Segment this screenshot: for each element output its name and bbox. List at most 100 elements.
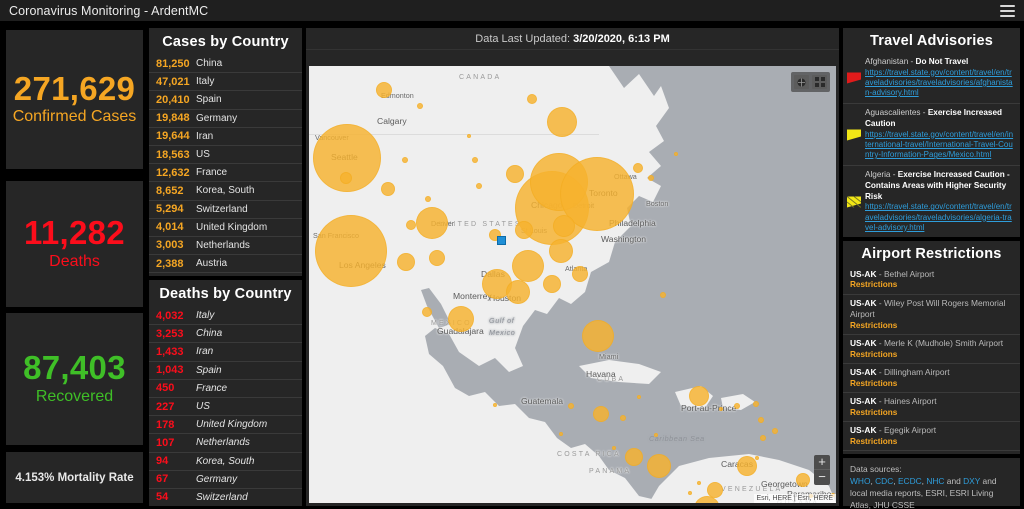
case-count-bubble[interactable] [772, 428, 778, 434]
case-count-bubble[interactable] [476, 183, 482, 189]
cases-by-country-rows[interactable]: 81,250China47,021Italy20,410Spain19,848G… [149, 55, 302, 276]
data-source-link[interactable]: WHO [850, 476, 870, 486]
airport-item[interactable]: US-AK - Wiley Post Will Rogers Memorial … [843, 295, 1020, 335]
advisory-item[interactable]: Afghanistan - Do Not Travelhttps://trave… [843, 53, 1020, 104]
map-canvas[interactable]: CANADAUNITED STATESMEXICOCUBACOSTA RICAC… [309, 66, 836, 503]
case-count-bubble[interactable] [402, 157, 408, 163]
case-count-bubble[interactable] [448, 306, 474, 332]
case-count-bubble[interactable] [543, 275, 561, 293]
case-count-bubble[interactable] [381, 182, 395, 196]
table-row[interactable]: 47,021Italy [149, 73, 302, 91]
case-count-bubble[interactable] [506, 165, 524, 183]
case-count-bubble[interactable] [755, 456, 759, 460]
airport-item[interactable]: US-AK - Egegik AirportRestrictions [843, 422, 1020, 451]
case-count-bubble[interactable] [422, 307, 432, 317]
case-count-bubble[interactable] [376, 82, 392, 98]
case-count-bubble[interactable] [758, 417, 764, 423]
data-source-link[interactable]: CDC [875, 476, 893, 486]
case-count-bubble[interactable] [625, 448, 643, 466]
case-count-bubble[interactable] [572, 266, 588, 282]
case-count-bubble[interactable] [612, 446, 616, 450]
table-row[interactable]: 2,257Belgium [149, 273, 302, 276]
case-count-bubble[interactable] [796, 473, 810, 487]
table-row[interactable]: 94Korea, South [149, 453, 302, 471]
advisory-url[interactable]: https://travel.state.gov/content/travel/… [865, 68, 1015, 99]
case-count-bubble[interactable] [568, 403, 574, 409]
case-count-bubble[interactable] [315, 215, 387, 287]
case-count-bubble[interactable] [647, 454, 671, 478]
case-count-bubble[interactable] [397, 253, 415, 271]
table-row[interactable]: 54Switzerland [149, 489, 302, 506]
selected-location-marker[interactable] [497, 236, 506, 245]
case-count-bubble[interactable] [493, 403, 497, 407]
airport-item[interactable]: US-AK - Dillingham AirportRestrictions [843, 364, 1020, 393]
case-count-bubble[interactable] [660, 292, 666, 298]
case-count-bubble[interactable] [406, 220, 416, 230]
airport-restrictions-link[interactable]: Restrictions [850, 437, 1014, 448]
table-row[interactable]: 1,043Spain [149, 362, 302, 380]
airport-item[interactable]: US-AK - Haines AirportRestrictions [843, 393, 1020, 422]
zoom-in-button[interactable]: + [814, 455, 830, 470]
case-count-bubble[interactable] [559, 432, 563, 436]
case-count-bubble[interactable] [506, 280, 530, 304]
table-row[interactable]: 67Germany [149, 471, 302, 489]
data-source-link[interactable]: ECDC [898, 476, 922, 486]
case-count-bubble[interactable] [620, 415, 626, 421]
case-count-bubble[interactable] [593, 406, 609, 422]
case-count-bubble[interactable] [467, 134, 471, 138]
case-count-bubble[interactable] [512, 250, 544, 282]
table-row[interactable]: 178United Kingdom [149, 416, 302, 434]
case-count-bubble[interactable] [582, 320, 614, 352]
table-row[interactable]: 4,014United Kingdom [149, 219, 302, 237]
case-count-bubble[interactable] [760, 435, 766, 441]
case-count-bubble[interactable] [688, 491, 692, 495]
table-row[interactable]: 4,032Italy [149, 307, 302, 325]
case-count-bubble[interactable] [719, 407, 723, 411]
case-count-bubble[interactable] [425, 196, 431, 202]
data-source-link[interactable]: DXY [963, 476, 980, 486]
airport-item[interactable]: US-AK - Bethel AirportRestrictions [843, 266, 1020, 295]
deaths-by-country-rows[interactable]: 4,032Italy3,253China1,433Iran1,043Spain4… [149, 307, 302, 506]
table-row[interactable]: 19,848Germany [149, 110, 302, 128]
table-row[interactable]: 3,003Netherlands [149, 237, 302, 255]
case-count-bubble[interactable] [340, 172, 352, 184]
case-count-bubble[interactable] [697, 481, 701, 485]
case-count-bubble[interactable] [527, 94, 537, 104]
layer-list-icon[interactable] [812, 75, 827, 89]
travel-advisories-list[interactable]: Afghanistan - Do Not Travelhttps://trave… [843, 53, 1020, 237]
case-count-bubble[interactable] [637, 395, 641, 399]
basemap-gallery-icon[interactable] [794, 75, 809, 89]
advisory-item[interactable]: Algeria - Exercise Increased Caution - C… [843, 166, 1020, 237]
case-count-bubble[interactable] [654, 433, 658, 437]
case-count-bubble[interactable] [549, 239, 573, 263]
table-row[interactable]: 3,253China [149, 325, 302, 343]
case-count-bubble[interactable] [429, 250, 445, 266]
case-count-bubble[interactable] [553, 215, 575, 237]
table-row[interactable]: 81,250China [149, 55, 302, 73]
airport-item[interactable]: US-AK - Merle K (Mudhole) Smith AirportR… [843, 335, 1020, 364]
table-row[interactable]: 5,294Switzerland [149, 201, 302, 219]
advisory-url[interactable]: https://travel.state.gov/content/travel/… [865, 130, 1015, 161]
case-count-bubble[interactable] [472, 157, 478, 163]
table-row[interactable]: 227US [149, 398, 302, 416]
hamburger-menu-icon[interactable] [1000, 5, 1015, 17]
airport-restrictions-link[interactable]: Restrictions [850, 350, 1014, 361]
airport-restrictions-link[interactable]: Restrictions [850, 379, 1014, 390]
table-row[interactable]: 12,632France [149, 164, 302, 182]
case-count-bubble[interactable] [416, 207, 448, 239]
case-count-bubble[interactable] [689, 386, 709, 406]
table-row[interactable]: 18,563US [149, 146, 302, 164]
case-count-bubble[interactable] [648, 175, 654, 181]
data-source-link[interactable]: NHC [926, 476, 944, 486]
advisory-url[interactable]: https://travel.state.gov/content/travel/… [865, 202, 1015, 233]
airport-restrictions-link[interactable]: Restrictions [850, 321, 1014, 332]
case-count-bubble[interactable] [547, 107, 577, 137]
case-count-bubble[interactable] [633, 163, 643, 173]
case-count-bubble[interactable] [753, 401, 759, 407]
case-count-bubble[interactable] [515, 221, 533, 239]
table-row[interactable]: 2,388Austria [149, 255, 302, 273]
airport-restrictions-list[interactable]: US-AK - Bethel AirportRestrictionsUS-AK … [843, 266, 1020, 454]
advisory-item[interactable]: Aguascalientes - Exercise Increased Caut… [843, 104, 1020, 166]
airport-restrictions-link[interactable]: Restrictions [850, 408, 1014, 419]
table-row[interactable]: 450France [149, 380, 302, 398]
